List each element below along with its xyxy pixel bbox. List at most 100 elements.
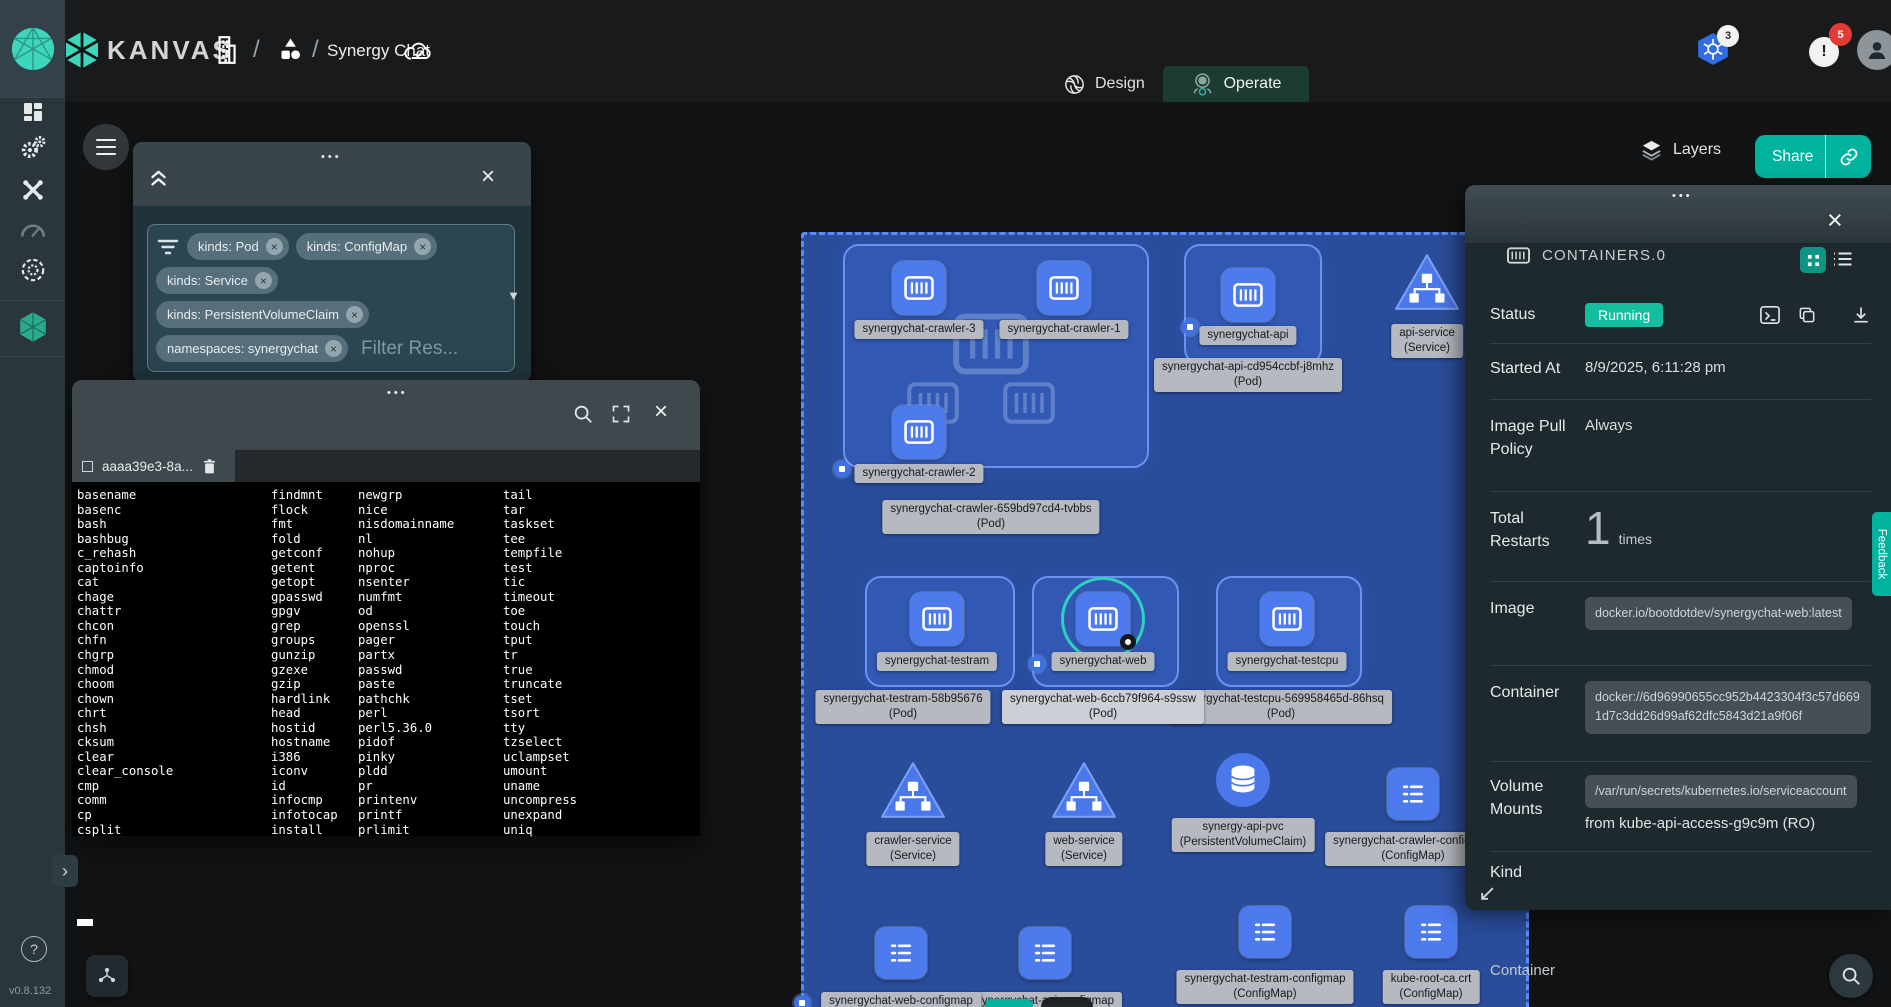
node-label[interactable]: synergychat-api-cd954ccbf-j8mhz(Pod) [1154,358,1342,392]
container-id-value[interactable]: docker://6d96990655cc952b4423304f3c57d66… [1585,681,1871,734]
filter-chip[interactable]: kinds: Service× [156,267,278,294]
chip-remove-icon[interactable]: × [346,306,363,323]
cm-synergychat-web-configmap[interactable] [875,927,927,979]
pod-synergychat-api[interactable] [1221,268,1275,322]
canvas-menu-button[interactable] [83,124,129,170]
trash-icon[interactable] [202,458,217,475]
node-label[interactable]: synergychat-crawler-2 [854,464,983,483]
details-header[interactable]: ••• × [1465,185,1891,243]
collapse-chevrons-icon[interactable] [148,168,169,187]
close-icon[interactable]: × [481,165,495,189]
filter-chip[interactable]: kinds: ConfigMap× [296,233,437,260]
help-button[interactable]: ? [21,936,47,962]
filter-input-box[interactable]: kinds: Pod× kinds: ConfigMap× kinds: Servi… [147,224,515,372]
node-label[interactable]: synergychat-testram [877,652,997,671]
drag-handle[interactable]: ••• [1672,190,1693,202]
user-avatar[interactable] [1857,30,1891,70]
node-label[interactable]: crawler-service(Service) [866,832,959,866]
drag-handle[interactable]: ••• [321,151,342,163]
node-label[interactable]: synergychat-crawler-659bd97cd4-tvbbs(Pod… [882,500,1099,534]
pod-synergychat-testram[interactable] [910,592,964,646]
node-label[interactable]: synergychat-web [1052,652,1155,671]
node-label[interactable]: synergychat-crawler-3 [854,320,983,339]
k8s-context-badge[interactable]: 3 [1695,31,1731,67]
chip-remove-icon[interactable]: × [266,238,283,255]
node-label[interactable]: synergychat-crawler-1 [999,320,1128,339]
chip-remove-icon[interactable]: × [414,238,431,255]
gauge-icon[interactable] [19,218,47,240]
node-label[interactable]: synergychat-testram-configmap(ConfigMap) [1176,970,1353,1004]
drag-handle[interactable]: ••• [387,387,408,399]
filter-input-placeholder[interactable]: Filter Res... [361,338,458,360]
copy-link-icon[interactable] [1826,147,1871,167]
fullscreen-icon[interactable] [611,404,631,424]
image-value[interactable]: docker.io/bootdotdev/synergychat-web:lat… [1585,597,1852,630]
tools-icon[interactable] [19,177,46,204]
service-web-service[interactable] [1050,760,1118,820]
filter-chip[interactable]: namespaces: synergychat× [156,335,348,362]
filter-chip[interactable]: kinds: PersistentVolumeClaim× [156,301,369,328]
tab-operate[interactable]: Operate [1163,66,1309,102]
org-building-icon[interactable] [213,35,239,65]
service-crawler-service[interactable] [879,760,947,820]
close-icon[interactable]: × [1827,207,1843,234]
workspace-shapes-icon[interactable] [277,36,304,63]
filter-panel-header[interactable]: ••• × [133,142,531,206]
cm-synergychat-api-configmap[interactable] [1019,927,1071,979]
service-api-service[interactable] [1393,252,1461,312]
expand-panel-icon[interactable] [1479,885,1496,902]
node-label[interactable]: synergychat-testcpu [1228,652,1347,671]
sidebar-expander[interactable]: › [52,855,78,887]
download-icon[interactable] [1851,305,1871,325]
node-label[interactable]: synergychat-web-6ccb79f964-s9ssw(Pod) [1002,690,1204,724]
volume-mount-path[interactable]: /var/run/secrets/kubernetes.io/serviceac… [1585,775,1857,808]
quick-actions-button[interactable] [86,955,128,997]
chip-remove-icon[interactable]: × [255,272,272,289]
zoom-button[interactable] [1829,954,1873,998]
copy-manifest-icon[interactable] [1797,305,1817,325]
pvc-synergy-api-pvc[interactable] [1215,752,1271,808]
terminal-session-tab[interactable]: aaaa39e3-8a... [72,450,235,482]
node-label[interactable]: synergychat-api [1199,326,1296,345]
cm-kube-root-ca-crt[interactable] [1405,906,1457,958]
node-label[interactable]: synergy-api-pvc(PersistentVolumeClaim) [1172,818,1315,852]
dashboard-icon[interactable] [21,100,45,124]
pod-synergychat-crawler-3[interactable] [892,261,946,315]
settings-gears-icon[interactable] [19,135,46,162]
collapse-badge[interactable] [834,461,850,477]
terminal-output[interactable]: basename basenc bash bashbug c_rehash ca… [72,482,700,836]
pod-synergychat-crawler-1[interactable] [1037,261,1091,315]
node-label[interactable]: api-service(Service) [1391,324,1463,358]
layers-button[interactable]: Layers [1640,138,1721,161]
notifications-button[interactable]: ! 5 [1809,37,1839,67]
terminal-header[interactable]: ••• × [72,380,700,450]
list-view-toggle[interactable] [1833,251,1852,267]
search-icon[interactable] [572,403,594,425]
filter-chip[interactable]: kinds: Pod× [187,233,289,260]
kind-row: Kind Container [1490,861,1871,979]
pod-synergychat-crawler-2[interactable] [892,405,946,459]
chevron-down-icon[interactable]: ▼ [507,288,520,303]
close-icon[interactable]: × [654,400,668,424]
cm-synergychat-testram-configmap[interactable] [1239,906,1291,958]
node-label[interactable]: synergychat-testram-58b95676(Pod) [815,690,990,724]
grid-view-toggle[interactable] [1800,247,1826,273]
workspace-logo[interactable] [0,0,65,98]
tab-design[interactable]: Design [1051,66,1157,102]
feedback-tab[interactable]: Feedback [1872,512,1891,596]
open-terminal-icon[interactable] [1759,305,1781,325]
brand-logo-icon[interactable] [62,28,102,72]
collapse-badge[interactable] [794,995,810,1007]
mesh-sphere-icon[interactable] [19,256,47,284]
collapse-badge[interactable] [1029,656,1045,672]
pod-synergychat-testcpu[interactable] [1260,592,1314,646]
cm-synergychat-crawler-configmap[interactable] [1387,768,1439,820]
node-label[interactable]: kube-root-ca.crt(ConfigMap) [1383,970,1480,1004]
chip-remove-icon[interactable]: × [325,340,342,357]
node-label[interactable]: web-service(Service) [1045,832,1122,866]
pod-synergychat-web[interactable] [1076,592,1130,646]
node-label[interactable]: synergychat-web-configmap(ConfigMap) [821,992,981,1007]
collapse-badge[interactable] [1182,319,1198,335]
share-button[interactable]: Share [1755,135,1871,178]
kanvas-hexagon-icon[interactable] [17,311,49,343]
